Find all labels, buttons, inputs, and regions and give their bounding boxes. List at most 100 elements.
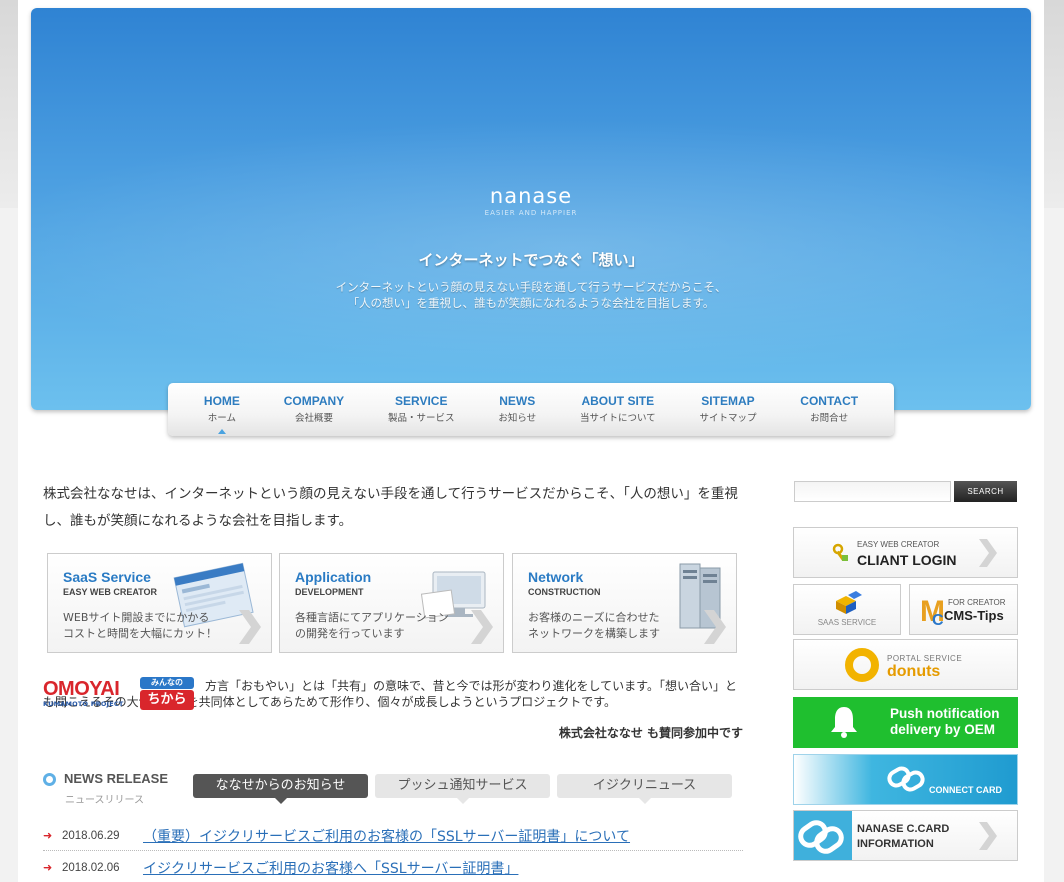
service-subtitle: EASY WEB CREATOR: [63, 587, 158, 597]
intro-text: 株式会社ななせは、インターネットという顔の見えない手段を通して行うサービスだから…: [43, 486, 738, 529]
service-title: Network: [528, 569, 584, 585]
hero-heading: インターネットでつなぐ「想い」: [418, 251, 644, 269]
tab-nanase-news[interactable]: ななせからのお知らせ: [193, 774, 368, 804]
service-card-application[interactable]: Application DEVELOPMENT 各種言語にてアプリケーション の…: [279, 553, 504, 653]
svg-text:C: C: [932, 612, 944, 629]
donuts-banner[interactable]: PORTAL SERVICE donuts: [793, 639, 1018, 690]
ccard-line-2: INFORMATION: [857, 838, 934, 850]
service-description-line: の開発を行っています: [295, 627, 405, 640]
service-description: お客様のニーズに合わせた ネットワークを構築します: [528, 610, 660, 642]
nav-item-company[interactable]: COMPANY 会社概要: [284, 383, 344, 436]
arrow-bullet-icon: ➜: [43, 829, 53, 842]
arrow-bullet-icon: ➜: [43, 861, 53, 874]
minna-no-chikara-badge[interactable]: みんなの ちから: [140, 677, 194, 710]
news-heading-en: NEWS RELEASE: [64, 771, 169, 786]
nav-label-en: NEWS: [499, 394, 536, 408]
tab-pointer-icon: [638, 798, 651, 804]
news-heading-jp: ニュースリリース: [65, 795, 144, 806]
donuts-small: PORTAL SERVICE: [887, 654, 963, 663]
cms-tips-banner[interactable]: M C FOR CREATOR CMS-Tips: [909, 584, 1018, 635]
nav-label-jp: ホーム: [207, 413, 237, 424]
nav-label-en: COMPANY: [283, 394, 345, 408]
client-login-big: CLIANT LOGIN: [857, 552, 957, 568]
tab-pointer-icon: [456, 798, 469, 804]
service-description-line: お客様のニーズに合わせた: [528, 611, 660, 624]
hero-text-line-2: 「人の想い」を重視し、誰もが笑顔になれるような会社を目指します。: [347, 296, 715, 310]
hero-text: インターネットという顔の見えない手段を通して行うサービスだからこそ、 「人の想い…: [31, 279, 1031, 311]
nav-label-jp: 会社概要: [294, 413, 333, 424]
ccard-text: NANASE C.CARD INFORMATION: [857, 822, 949, 852]
connect-card-label: CONNECT CARD: [929, 785, 1002, 795]
connect-card-banner[interactable]: CONNECT CARD: [793, 754, 1018, 805]
service-description-line: ネットワークを構築します: [528, 627, 660, 640]
nav-label-jp: お知らせ: [498, 413, 537, 424]
hero-wave-decoration: [31, 118, 1031, 378]
circle-bullet-icon: [43, 773, 56, 786]
nanase-ccard-banner[interactable]: NANASE C.CARD INFORMATION: [793, 810, 1018, 861]
search-input[interactable]: [794, 481, 951, 502]
nav-item-about-site[interactable]: ABOUT SITE 当サイトについて: [580, 383, 656, 436]
news-item: ➜ 2018.06.29 （重要）イジクリサービスご利用のお客様の「SSLサーバ…: [43, 821, 743, 851]
main-nav: HOME ホーム COMPANY 会社概要 SERVICE 製品・サービス NE…: [168, 383, 894, 436]
nav-label-en: SITEMAP: [701, 394, 755, 408]
news-title-link[interactable]: イジクリサービスご利用のお客様へ「SSLサーバー証明書」: [143, 858, 518, 878]
omoyai-logo[interactable]: OMOYAI KUMAMOTO PROJECT: [43, 678, 138, 708]
nav-item-contact[interactable]: CONTACT お問合せ: [800, 383, 858, 436]
badge-top-text: みんなの: [140, 677, 194, 689]
nav-label-jp: サイトマップ: [699, 413, 757, 424]
nav-item-service[interactable]: SERVICE 製品・サービス: [388, 383, 455, 436]
omoyai-participation-note: 株式会社ななせ も賛同参加中です: [558, 726, 743, 740]
saas-service-banner[interactable]: SAAS SERVICE: [793, 584, 901, 635]
tab-ijikuri-news[interactable]: イジクリニュース: [557, 774, 732, 804]
nav-item-home[interactable]: HOME ホーム: [204, 383, 240, 436]
arrow-right-icon: [471, 610, 493, 644]
tab-pointer-icon: [274, 798, 287, 804]
site-logo[interactable]: nanase: [31, 184, 1031, 208]
service-title: SaaS Service: [63, 569, 151, 585]
client-login-small: EASY WEB CREATOR: [857, 540, 940, 549]
arrow-right-icon: [704, 610, 726, 644]
donut-icon: [845, 648, 879, 682]
search-button[interactable]: SEARCH: [954, 481, 1017, 502]
service-subtitle: CONSTRUCTION: [528, 587, 601, 597]
cms-big-label: CMS-Tips: [944, 608, 1004, 623]
nav-label-en: HOME: [203, 394, 240, 408]
push-banner-text: Push notification delivery by OEM: [890, 706, 1000, 738]
service-card-network[interactable]: Network CONSTRUCTION お客様のニーズに合わせた ネットワーク…: [512, 553, 737, 653]
badge-bottom-text: ちから: [140, 690, 194, 710]
donuts-big: donuts: [887, 663, 941, 680]
news-title-link[interactable]: （重要）イジクリサービスご利用のお客様の「SSLサーバー証明書」について: [143, 826, 630, 846]
push-line-2: delivery by OEM: [890, 722, 996, 737]
news-date: 2018.06.29: [62, 830, 120, 842]
nav-label-en: CONTACT: [800, 394, 859, 408]
nav-item-sitemap[interactable]: SITEMAP サイトマップ: [699, 383, 756, 436]
service-description: WEBサイト開設までにかかる コストと時間を大幅にカット！: [63, 610, 217, 642]
arrow-right-icon: [979, 822, 997, 850]
key-icon: [832, 543, 848, 561]
hero-banner: nanase EASIER AND HAPPIER インターネットでつなぐ「想い…: [31, 8, 1031, 410]
arrow-right-icon: [979, 539, 997, 567]
tab-label: プッシュ通知サービス: [397, 778, 528, 793]
nav-label-en: ABOUT SITE: [581, 394, 655, 408]
link-chain-icon: [887, 766, 925, 792]
logo-tagline: EASIER AND HAPPIER: [484, 209, 578, 217]
service-subtitle: DEVELOPMENT: [295, 587, 364, 597]
nav-item-news[interactable]: NEWS お知らせ: [498, 383, 536, 436]
nav-label-jp: お問合せ: [810, 413, 849, 424]
cms-small-label: FOR CREATOR: [948, 598, 1006, 607]
push-notification-banner[interactable]: Push notification delivery by OEM: [793, 697, 1018, 748]
service-description-line: コストと時間を大幅にカット！: [63, 627, 217, 640]
push-line-1: Push notification: [890, 706, 1000, 721]
omoyai-logo-subtext: KUMAMOTO PROJECT: [43, 700, 124, 708]
tab-label: ななせからのお知らせ: [215, 778, 346, 793]
cubes-icon: [836, 591, 862, 614]
tab-push-notification[interactable]: プッシュ通知サービス: [375, 774, 550, 804]
client-login-banner[interactable]: EASY WEB CREATOR CLIANT LOGIN: [793, 527, 1018, 578]
connect-logo-icon: [794, 811, 852, 860]
service-card-saas[interactable]: SaaS Service EASY WEB CREATOR WEBサイト開設まで…: [47, 553, 272, 653]
tab-label: イジクリニュース: [592, 778, 697, 793]
news-date: 2018.02.06: [62, 862, 120, 874]
active-indicator-icon: [217, 429, 226, 434]
news-item: ➜ 2018.02.06 イジクリサービスご利用のお客様へ「SSLサーバー証明書…: [43, 853, 743, 882]
nav-label-jp: 当サイトについて: [579, 413, 656, 424]
